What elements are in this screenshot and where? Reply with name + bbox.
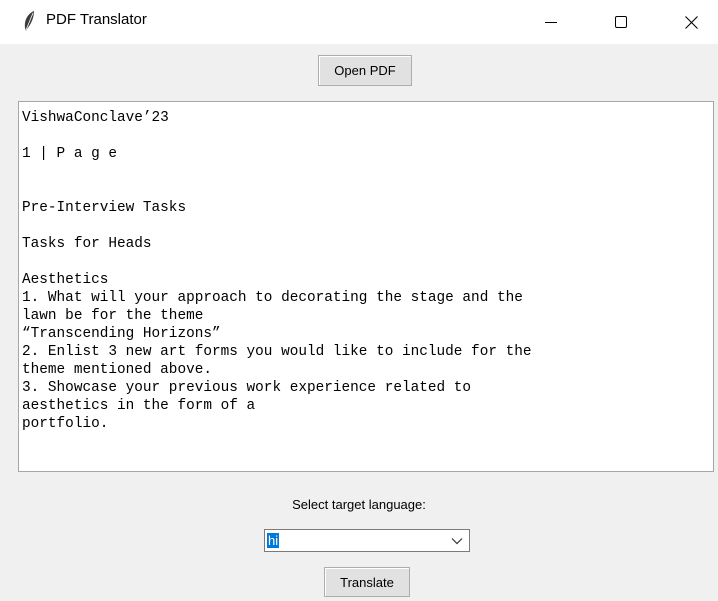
close-button[interactable] — [668, 4, 714, 40]
open-pdf-button[interactable]: Open PDF — [318, 55, 412, 86]
target-language-label: Select target language: — [292, 497, 426, 512]
minimize-icon — [545, 22, 557, 23]
text-line — [22, 253, 713, 271]
text-line: portfolio. — [22, 416, 109, 432]
pdf-text-area[interactable]: VishwaConclave’23 1 | P a g e Pre-Intervie… — [18, 101, 714, 472]
window-title: PDF Translator — [46, 11, 147, 28]
maximize-icon — [615, 16, 627, 28]
text-line: Aesthetics — [22, 272, 109, 288]
minimize-button[interactable] — [528, 4, 574, 40]
text-line: 2. Enlist 3 new art forms you would like… — [22, 344, 532, 360]
text-line: theme mentioned above. — [22, 362, 212, 378]
text-line: 1 | P a g e — [22, 146, 117, 162]
chevron-down-icon[interactable] — [451, 537, 463, 545]
title-bar: PDF Translator — [0, 0, 718, 44]
feather-icon — [24, 11, 34, 31]
text-line: 3. Showcase your previous work experienc… — [22, 380, 472, 396]
text-line: aesthetics in the form of a — [22, 398, 256, 414]
text-line: “Transcending Horizons” — [22, 326, 221, 342]
text-line — [22, 217, 713, 235]
text-line: lawn be for the theme — [22, 308, 204, 324]
language-combobox[interactable]: hi — [264, 529, 470, 552]
text-line: VishwaConclave’23 — [22, 110, 169, 126]
text-line: Tasks for Heads — [22, 236, 152, 252]
translate-button[interactable]: Translate — [324, 567, 410, 597]
close-icon — [684, 15, 698, 29]
maximize-button[interactable] — [598, 4, 644, 40]
text-line: 1. What will your approach to decorating… — [22, 290, 523, 306]
selected-language: hi — [267, 533, 280, 548]
text-line: Pre-Interview Tasks — [22, 200, 187, 216]
text-line — [22, 127, 713, 145]
text-line — [22, 181, 713, 199]
text-line — [22, 163, 713, 181]
